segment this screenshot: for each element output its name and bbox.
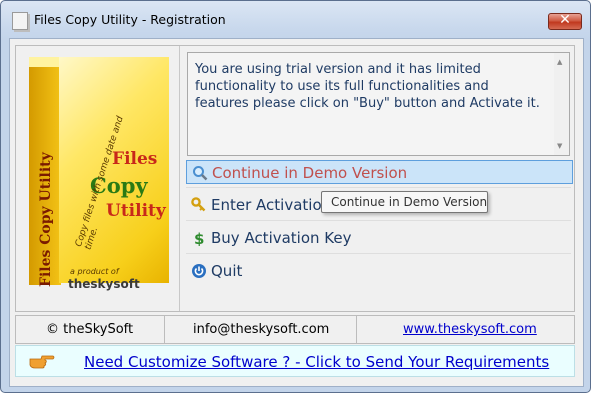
window-title: Files Copy Utility - Registration xyxy=(34,12,226,27)
title-bar[interactable]: Files Copy Utility - Registration ✕ xyxy=(1,1,590,37)
divider xyxy=(179,46,180,311)
continue-demo-label: Continue in Demo Version xyxy=(212,164,408,182)
email-text: info@theskysoft.com xyxy=(193,322,330,337)
continue-demo-button[interactable]: Continue in Demo Version xyxy=(186,160,573,184)
key-icon xyxy=(191,197,206,212)
enter-activation-label: Enter Activation xyxy=(211,196,332,214)
buy-activation-key-button[interactable]: $ Buy Activation Key xyxy=(186,226,573,250)
close-button[interactable]: ✕ xyxy=(548,12,582,30)
scroll-up-icon[interactable]: ▲ xyxy=(557,58,562,66)
box-spine-text: Files Copy Utility xyxy=(38,152,54,287)
product-box-image: Files Copy Utility Files Copy Utility Co… xyxy=(24,55,174,305)
buy-activation-key-label: Buy Activation Key xyxy=(211,229,352,247)
send-requirements-link[interactable]: Need Customize Software ? - Click to Sen… xyxy=(84,353,549,371)
app-icon xyxy=(12,12,28,30)
trial-message-text: You are using trial version and it has l… xyxy=(195,62,540,111)
close-icon: ✕ xyxy=(559,12,571,28)
quit-button[interactable]: Quit xyxy=(186,259,573,283)
dollar-icon: $ xyxy=(194,230,204,246)
registration-window: Files Copy Utility - Registration ✕ File… xyxy=(0,0,591,393)
quit-label: Quit xyxy=(211,262,243,280)
scroll-down-icon[interactable]: ▼ xyxy=(557,142,562,150)
box-product-of: a product of xyxy=(70,267,119,276)
copyright-text: © theSkySoft xyxy=(46,322,134,337)
main-panel: Files Copy Utility Files Copy Utility Co… xyxy=(15,45,575,312)
message-scrollbar[interactable]: ▲ ▼ xyxy=(554,53,569,155)
trial-message-box[interactable]: You are using trial version and it has l… xyxy=(187,52,570,156)
power-icon xyxy=(192,264,206,278)
client-area: Files Copy Utility Files Copy Utility Co… xyxy=(9,38,584,387)
svg-text:$: $ xyxy=(194,230,204,246)
box-title-utility: Utility xyxy=(106,201,166,221)
requirements-bar: Need Customize Software ? - Click to Sen… xyxy=(15,345,575,377)
tooltip-text: Continue in Demo Version xyxy=(331,195,488,209)
footer-bar: © theSkySoft info@theskysoft.com www.the… xyxy=(15,315,575,344)
magnifier-icon xyxy=(193,166,208,181)
website-link[interactable]: www.theskysoft.com xyxy=(403,322,537,337)
box-brand: theskysoft xyxy=(68,277,140,291)
pointing-hand-icon xyxy=(29,355,55,369)
tooltip: Continue in Demo Version xyxy=(321,191,488,213)
